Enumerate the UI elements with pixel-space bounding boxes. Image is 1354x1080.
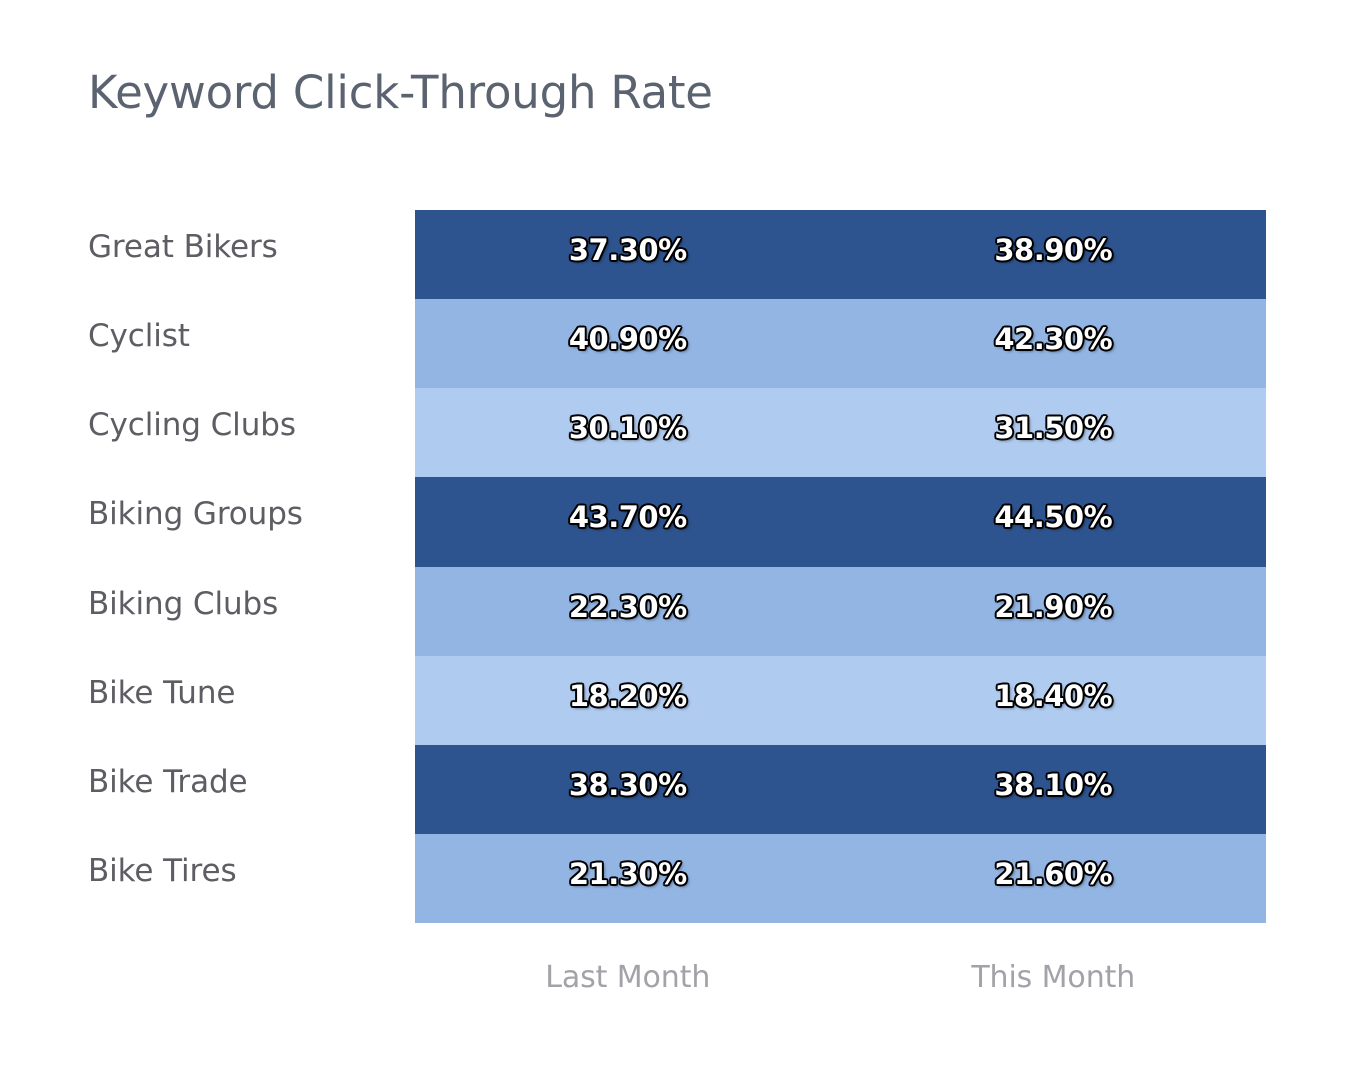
cell-value: 38.30% (568, 767, 687, 802)
table-row: 43.70% 44.50% (415, 477, 1267, 567)
row-label-text: Bike Tires (88, 852, 237, 889)
heatmap-cell-last-month[interactable]: 40.90% (415, 299, 841, 388)
row-label: Great Bikers (88, 210, 408, 299)
heatmap-cell-last-month[interactable]: 30.10% (415, 388, 841, 477)
heatmap-cell-this-month[interactable]: 21.60% (841, 834, 1267, 923)
column-header-axis: Last Month This Month (415, 960, 1266, 995)
table-row: 21.30% 21.60% (415, 833, 1267, 923)
cell-value: 21.90% (994, 589, 1113, 624)
cell-value: 38.90% (994, 233, 1113, 267)
heatmap-cell-last-month[interactable]: 22.30% (415, 567, 841, 656)
heatmap-cell-last-month[interactable]: 18.20% (415, 656, 841, 745)
column-header-this-month: This Month (971, 960, 1136, 995)
table-row: 37.30% 38.90% (415, 210, 1267, 300)
heatmap-cell-this-month[interactable]: 38.10% (841, 745, 1267, 834)
cell-value: 30.10% (568, 411, 687, 446)
heatmap-cell-last-month[interactable]: 38.30% (415, 745, 841, 834)
cell-value: 44.50% (994, 500, 1113, 535)
cell-value: 37.30% (568, 233, 687, 267)
row-label: Cycling Clubs (88, 388, 408, 477)
heatmap-cell-this-month[interactable]: 18.40% (841, 656, 1267, 745)
heatmap-cell-this-month[interactable]: 31.50% (841, 388, 1267, 477)
cell-value: 22.30% (568, 589, 687, 624)
row-label-text: Great Bikers (88, 229, 278, 265)
row-label: Bike Trade (88, 745, 408, 834)
cell-value: 18.40% (994, 678, 1113, 713)
cell-value: 18.20% (568, 678, 687, 713)
row-label: Bike Tires (88, 834, 408, 923)
cell-value: 21.30% (568, 856, 687, 891)
row-label: Biking Groups (88, 477, 408, 566)
row-label-axis: Great Bikers Cyclist Cycling Clubs Bikin… (88, 210, 408, 923)
cell-value: 43.70% (568, 500, 687, 535)
row-label-text: Biking Clubs (88, 585, 279, 622)
cell-value: 40.90% (568, 322, 687, 357)
heatmap-cell-this-month[interactable]: 42.30% (841, 299, 1267, 388)
cell-value: 31.50% (994, 411, 1113, 446)
heatmap-cell-this-month[interactable]: 44.50% (841, 477, 1267, 566)
row-label-text: Bike Tune (88, 674, 236, 711)
table-row: 38.30% 38.10% (415, 744, 1267, 834)
cell-value: 42.30% (994, 322, 1113, 357)
row-label-text: Biking Groups (88, 496, 303, 533)
row-label-text: Bike Trade (88, 763, 248, 800)
page-title: Keyword Click-Through Rate (88, 66, 713, 119)
row-label-text: Cyclist (88, 318, 190, 355)
heatmap-cell-last-month[interactable]: 21.30% (415, 834, 841, 923)
row-label: Bike Tune (88, 656, 408, 745)
cell-value: 21.60% (994, 856, 1113, 891)
heatmap-plot-area: 37.30% 38.90% 40.90% 42.30% 30.10% 31.50… (415, 210, 1266, 923)
table-row: 30.10% 31.50% (415, 388, 1267, 478)
heatmap-cell-last-month[interactable]: 37.30% (415, 210, 841, 299)
table-row: 22.30% 21.90% (415, 566, 1267, 656)
row-label: Biking Clubs (88, 567, 408, 656)
heatmap-cell-this-month[interactable]: 21.90% (841, 567, 1267, 656)
table-row: 40.90% 42.30% (415, 299, 1267, 389)
row-label-text: Cycling Clubs (88, 407, 296, 444)
chart-card: Keyword Click-Through Rate Great Bikers … (0, 0, 1354, 1080)
cell-value: 38.10% (994, 767, 1113, 802)
column-header-last-month: Last Month (545, 960, 711, 995)
row-label: Cyclist (88, 299, 408, 388)
heatmap-cell-last-month[interactable]: 43.70% (415, 477, 841, 566)
heatmap-cell-this-month[interactable]: 38.90% (841, 210, 1267, 299)
table-row: 18.20% 18.40% (415, 655, 1267, 745)
